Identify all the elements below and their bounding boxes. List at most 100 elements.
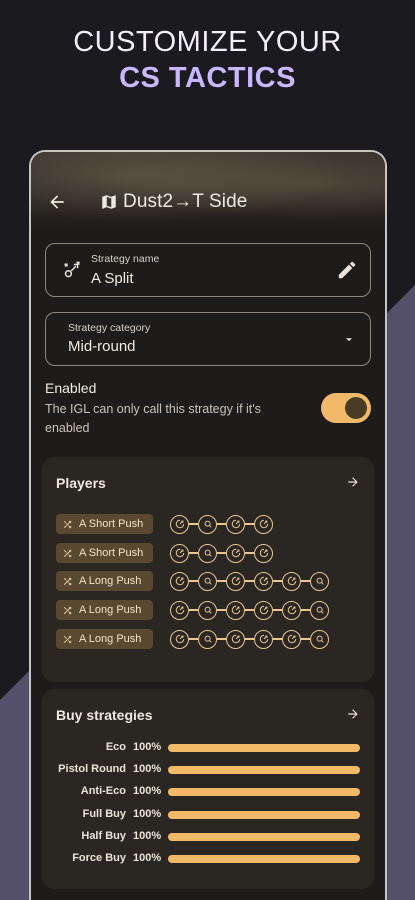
step-connector — [245, 638, 254, 640]
arrow-right-icon[interactable] — [346, 707, 360, 726]
player-row[interactable]: A Short Push — [56, 543, 273, 563]
step-node-icon[interactable] — [198, 629, 217, 649]
step-node-icon[interactable] — [310, 571, 329, 591]
enabled-title: Enabled — [45, 380, 97, 396]
step-chain — [170, 629, 329, 649]
strategy-category-value[interactable]: Mid-round — [68, 338, 136, 355]
step-node-icon[interactable] — [310, 600, 329, 620]
shuffle-icon — [62, 605, 79, 616]
step-connector — [217, 609, 226, 611]
player-strategy-chip[interactable]: A Short Push — [56, 543, 153, 563]
buy-strategy-label: Pistol Round — [58, 763, 126, 775]
player-strategy-label: A Long Push — [79, 575, 142, 587]
buy-strategy-label: Full Buy — [82, 808, 126, 820]
step-node-icon[interactable] — [282, 629, 301, 649]
promo-headline: CUSTOMIZE YOUR CS TACTICS — [0, 24, 415, 96]
step-node-icon[interactable] — [170, 600, 189, 620]
shuffle-icon — [62, 576, 79, 587]
step-connector — [217, 638, 226, 640]
step-node-icon[interactable] — [254, 600, 273, 620]
enabled-description: The IGL can only call this strategy if i… — [45, 402, 261, 435]
player-row[interactable]: A Short Push — [56, 514, 273, 534]
step-node-icon[interactable] — [226, 514, 245, 534]
buy-strategy-label: Eco — [105, 741, 126, 753]
buy-strategy-bar-fill — [168, 766, 360, 774]
buy-strategy-percent: 100% — [133, 808, 162, 820]
step-chain — [170, 514, 273, 534]
buy-strategy-label: Force Buy — [72, 852, 126, 864]
app-bar: Dust2→T Side — [31, 184, 385, 220]
step-node-icon[interactable] — [226, 543, 245, 563]
step-connector — [189, 638, 198, 640]
step-node-icon[interactable] — [282, 600, 301, 620]
step-connector — [189, 580, 198, 582]
step-node-icon[interactable] — [170, 543, 189, 563]
strategy-category-select[interactable]: Strategy category Mid-round — [45, 312, 371, 366]
buy-strategy-bar — [168, 811, 360, 819]
players-card[interactable]: Players A Short Push A Short Push A Long P… — [42, 457, 374, 682]
dropdown-icon[interactable] — [342, 333, 356, 352]
step-connector — [189, 523, 198, 525]
strategy-icon — [62, 259, 84, 286]
player-strategy-chip[interactable]: A Long Push — [56, 571, 153, 591]
player-strategy-label: A Long Push — [79, 604, 142, 616]
edit-icon[interactable] — [336, 259, 358, 286]
player-strategy-chip[interactable]: A Long Push — [56, 600, 153, 620]
buy-strategy-percent: 100% — [133, 763, 162, 775]
step-node-icon[interactable] — [170, 514, 189, 534]
step-connector — [273, 580, 282, 582]
buy-strategy-bar — [168, 855, 360, 863]
step-node-icon[interactable] — [226, 600, 245, 620]
arrow-left-icon — [50, 195, 64, 209]
step-connector — [245, 552, 254, 554]
step-node-icon[interactable] — [198, 600, 217, 620]
strategy-category-label: Strategy category — [68, 322, 151, 334]
buy-strategy-percent: 100% — [133, 741, 162, 753]
step-node-icon[interactable] — [198, 543, 217, 563]
arrow-right-icon[interactable] — [346, 475, 360, 494]
step-node-icon[interactable] — [170, 629, 189, 649]
step-connector — [217, 552, 226, 554]
page-title: Dust2→T Side — [123, 191, 248, 212]
step-node-icon[interactable] — [226, 571, 245, 591]
step-connector — [273, 638, 282, 640]
player-strategy-chip[interactable]: A Short Push — [56, 514, 153, 534]
player-row[interactable]: A Long Push — [56, 600, 329, 620]
buy-strategy-label: Anti-Eco — [80, 785, 126, 797]
buy-strategy-bar-fill — [168, 855, 360, 863]
step-connector — [217, 580, 226, 582]
buy-strategy-row: Force Buy 100% — [42, 851, 374, 867]
strategy-name-field[interactable]: Strategy name A Split — [45, 243, 371, 297]
step-node-icon[interactable] — [198, 514, 217, 534]
buy-strategy-bar-fill — [168, 811, 360, 819]
step-connector — [245, 523, 254, 525]
player-strategy-label: A Long Push — [79, 633, 142, 645]
buy-strategies-card[interactable]: Buy strategies Eco 100% Pistol Round 100% An… — [42, 689, 374, 889]
step-node-icon[interactable] — [254, 571, 273, 591]
buy-strategy-row: Anti-Eco 100% — [42, 784, 374, 800]
player-strategy-chip[interactable]: A Long Push — [56, 629, 153, 649]
enabled-toggle[interactable] — [321, 393, 371, 423]
step-node-icon[interactable] — [310, 629, 329, 649]
back-button[interactable] — [33, 184, 81, 220]
step-node-icon[interactable] — [226, 629, 245, 649]
step-node-icon[interactable] — [198, 571, 217, 591]
buy-strategy-percent: 100% — [133, 852, 162, 864]
buy-strategy-row: Half Buy 100% — [42, 829, 374, 845]
step-node-icon[interactable] — [170, 571, 189, 591]
player-row[interactable]: A Long Push — [56, 571, 329, 591]
step-node-icon[interactable] — [254, 514, 273, 534]
player-row[interactable]: A Long Push — [56, 629, 329, 649]
step-node-icon[interactable] — [282, 571, 301, 591]
strategy-name-value[interactable]: A Split — [91, 270, 134, 287]
step-node-icon[interactable] — [254, 543, 273, 563]
buy-strategies-title: Buy strategies — [56, 707, 153, 723]
shuffle-icon — [62, 548, 79, 559]
step-connector — [301, 580, 310, 582]
buy-strategy-bar — [168, 833, 360, 841]
strategy-name-label: Strategy name — [91, 253, 160, 265]
player-strategy-label: A Short Push — [79, 547, 144, 559]
players-title: Players — [56, 475, 106, 491]
step-node-icon[interactable] — [254, 629, 273, 649]
step-connector — [273, 609, 282, 611]
